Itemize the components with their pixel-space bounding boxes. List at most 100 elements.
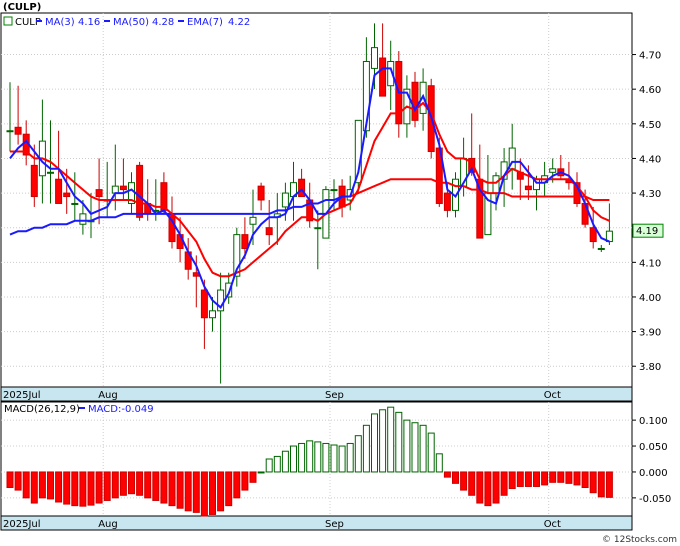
macd-bar: [387, 406, 395, 473]
x-tick-label: Oct: [544, 390, 561, 401]
macd-bar: [403, 419, 411, 473]
macd-bar: [581, 471, 589, 489]
macd-bar: [484, 471, 492, 507]
macd-bar: [565, 471, 573, 484]
price-tick-label: 3.90: [639, 328, 661, 339]
macd-bar: [176, 471, 184, 509]
candle-body: [63, 192, 71, 198]
macd-bar: [265, 458, 273, 473]
macd-bar: [549, 471, 557, 483]
macd-bar: [136, 471, 144, 496]
macd-bar: [427, 432, 435, 473]
macd-x-tick-label: Oct: [544, 519, 561, 530]
candle-body: [200, 289, 208, 319]
price-date-axis: [0, 386, 633, 402]
macd-bar: [460, 471, 468, 491]
price-tick-label: 4.60: [639, 85, 661, 96]
macd-bar: [468, 471, 476, 496]
macd-bar: [249, 471, 257, 483]
macd-bar: [217, 471, 225, 512]
macd-bar: [71, 471, 79, 507]
macd-x-tick-label: Aug: [98, 519, 118, 530]
macd-title: MACD(26,12,9): [4, 404, 80, 415]
macd-bar: [103, 471, 111, 501]
legend-culp-label: CULP: [15, 17, 41, 28]
legend-ema7-value: 4.22: [228, 17, 250, 28]
chart-root: 3.803.904.004.104.204.304.404.504.604.70…: [0, 0, 680, 546]
macd-bar: [184, 471, 192, 512]
candle-body: [55, 178, 63, 204]
watermark: © 12Stocks.com: [602, 535, 677, 545]
macd-bar: [192, 471, 200, 513]
macd-bar: [225, 471, 233, 507]
candle-body: [314, 227, 322, 230]
macd-bar: [589, 471, 597, 494]
macd-bar: [508, 471, 516, 490]
candle-body: [249, 216, 257, 225]
macd-bar: [290, 445, 297, 473]
candle-body: [330, 189, 338, 192]
price-tick-label: 4.70: [639, 51, 661, 62]
candle-body: [6, 130, 14, 133]
candle-body: [71, 202, 79, 205]
candle-body: [136, 164, 144, 218]
candle-body: [30, 164, 38, 198]
macd-bar: [273, 455, 281, 473]
macd-bar: [95, 471, 103, 504]
legend-ma3-label: MA(3): [45, 17, 75, 28]
candle-body: [411, 81, 419, 121]
candlestick-chart: 3.803.904.004.104.204.304.404.504.604.70…: [0, 0, 680, 546]
macd-tick-label: -0.050: [639, 494, 671, 505]
macd-bar: [516, 471, 524, 487]
macd-bar: [597, 471, 605, 498]
candle-body: [281, 192, 289, 208]
candle-body: [111, 185, 119, 194]
macd-bar: [371, 413, 378, 473]
macd-bar: [452, 471, 459, 484]
macd-bar: [362, 424, 370, 473]
candle: [136, 161, 144, 221]
macd-bar: [298, 442, 306, 473]
macd-bar: [128, 471, 135, 495]
candle-body: [597, 247, 605, 250]
macd-bar: [233, 471, 241, 499]
x-tick-label: Aug: [98, 390, 118, 401]
price-panel: [0, 12, 633, 402]
macd-bar: [557, 471, 565, 483]
macd-x-tick-label: 2025Jul: [3, 519, 41, 530]
macd-bar: [322, 442, 330, 473]
x-tick-label: Sep: [325, 390, 344, 401]
macd-bar: [79, 471, 87, 507]
price-tick-label: 4.00: [639, 293, 661, 304]
macd-bar: [346, 442, 354, 473]
macd-bar: [354, 435, 362, 473]
macd-bar: [160, 471, 168, 504]
macd-bar: [492, 471, 500, 504]
price-tick-label: 4.30: [639, 189, 661, 200]
macd-bar: [144, 471, 152, 499]
candle-body: [257, 185, 265, 201]
macd-bar: [47, 471, 54, 500]
macd-date-axis: [0, 515, 633, 531]
candle-body: [119, 185, 127, 191]
candle-body: [241, 234, 249, 249]
macd-bar: [63, 471, 71, 505]
macd-bar: [476, 471, 484, 504]
macd-bar: [257, 471, 265, 474]
legend-swatch-culp: [3, 16, 13, 26]
candle-body: [371, 47, 378, 69]
candle-body: [79, 213, 87, 225]
candle-body: [524, 185, 532, 191]
macd-bar: [168, 471, 176, 507]
macd-tick-label: 0.000: [639, 468, 668, 479]
macd-bar: [241, 471, 249, 491]
macd-x-tick-label: Sep: [325, 519, 344, 530]
candle-body: [379, 57, 387, 97]
price-tick-label: 4.50: [639, 120, 661, 131]
macd-bar: [38, 471, 46, 499]
legend-ema7-label: EMA(7): [187, 17, 223, 28]
macd-bar: [314, 441, 322, 473]
macd-bar: [419, 424, 427, 473]
macd-bar: [605, 471, 613, 498]
ticker-title: (CULP): [3, 2, 41, 13]
